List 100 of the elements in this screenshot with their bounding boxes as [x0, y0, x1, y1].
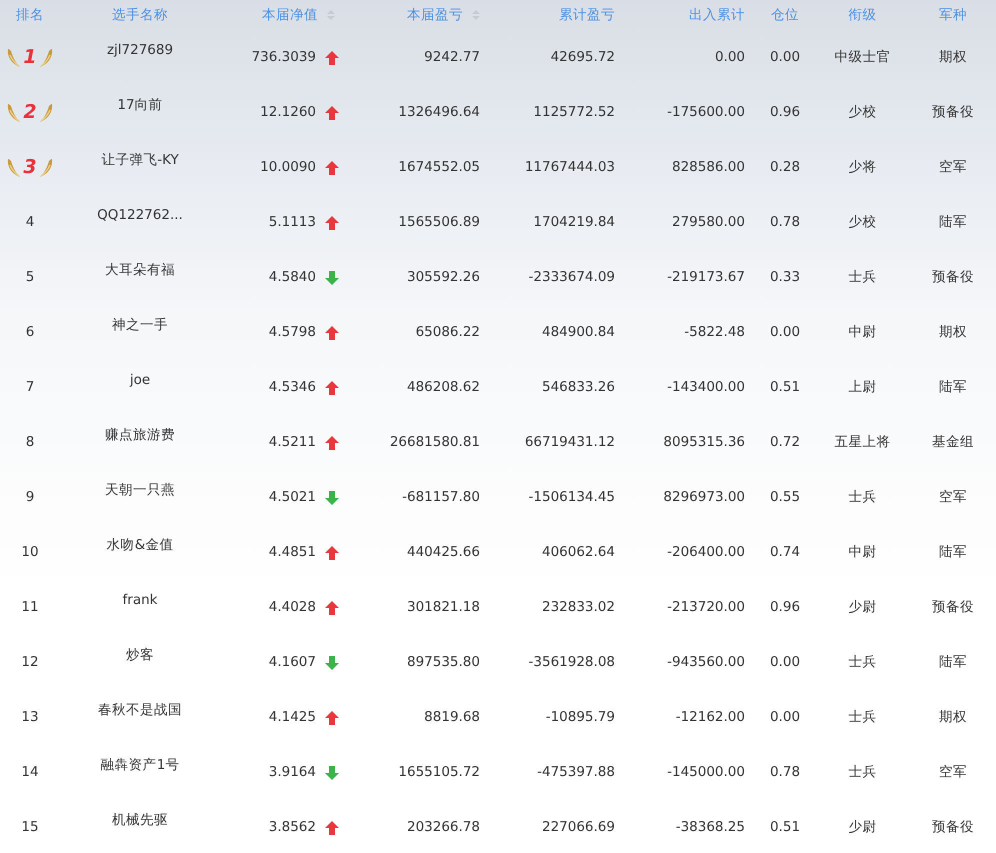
total-pnl: -2333674.09 [528, 268, 615, 288]
branch: 预备役 [932, 598, 974, 618]
net-value: 736.3039 [252, 48, 316, 68]
period-pnl: 486208.62 [406, 378, 480, 398]
total-pnl: -3561928.08 [528, 653, 615, 672]
total-pnl: 484900.84 [542, 323, 615, 342]
military-rank: 士兵 [848, 763, 876, 782]
column-header: 本届盈亏 [407, 6, 463, 25]
net-value: 5.1113 [268, 213, 316, 232]
total-pnl: 232833.02 [542, 598, 615, 618]
total-pnl: 11767444.03 [524, 158, 615, 178]
column-header: 本届净值 [262, 6, 318, 25]
position-ratio: 0.28 [770, 158, 800, 178]
player-name: 神之一手 [112, 316, 168, 335]
military-rank: 中尉 [848, 543, 876, 562]
period-pnl: 305592.26 [406, 268, 480, 288]
position-ratio: 0.55 [770, 488, 800, 508]
period-pnl: 1565506.89 [398, 213, 480, 232]
wing-icon [6, 156, 22, 178]
net-value: 4.5211 [268, 433, 316, 452]
player-name: frank [122, 591, 158, 610]
military-rank: 士兵 [848, 268, 876, 288]
column-header: 排名 [16, 6, 44, 25]
wing-icon [6, 46, 22, 68]
branch: 期权 [939, 323, 967, 342]
player-name: 春秋不是战国 [98, 701, 182, 720]
net-value: 10.0090 [260, 158, 316, 178]
cumulative-flow: -206400.00 [667, 543, 745, 562]
player-name: 赚点旅游费 [105, 426, 175, 445]
total-pnl: 406062.64 [542, 543, 615, 562]
branch: 预备役 [932, 818, 974, 838]
military-rank: 少校 [848, 103, 876, 122]
position-ratio: 0.78 [770, 763, 800, 782]
branch: 空军 [939, 488, 967, 508]
branch: 陆军 [939, 378, 967, 398]
period-pnl: 897535.80 [406, 653, 480, 672]
cumulative-flow: 279580.00 [672, 213, 745, 232]
position-ratio: 0.00 [770, 708, 800, 728]
cumulative-flow: 8296973.00 [663, 488, 745, 508]
military-rank: 中尉 [848, 323, 876, 342]
net-value: 4.5346 [268, 378, 316, 398]
total-pnl: 42695.72 [550, 48, 615, 68]
rank-number: 15 [21, 818, 39, 838]
period-pnl: 65086.22 [416, 323, 480, 342]
period-pnl: 301821.18 [406, 598, 480, 618]
player-name: 融犇资产1号 [100, 756, 180, 775]
position-ratio: 0.33 [770, 268, 800, 288]
player-name: joe [130, 371, 150, 390]
net-value: 4.1425 [268, 708, 316, 728]
column-header: 出入累计 [689, 6, 745, 25]
period-pnl: 203266.78 [406, 818, 480, 838]
branch: 空军 [939, 158, 967, 178]
cumulative-flow: -5822.48 [684, 323, 745, 342]
total-pnl: -1506134.45 [528, 488, 615, 508]
wing-icon [6, 102, 22, 124]
player-name: 大耳朵有福 [105, 261, 175, 280]
rank-number: 9 [26, 488, 34, 508]
total-pnl: -475397.88 [537, 763, 615, 782]
rank-number: 8 [26, 433, 34, 452]
column-header: 衔级 [848, 6, 876, 25]
total-pnl: -10895.79 [546, 708, 615, 728]
cumulative-flow: -143400.00 [667, 378, 745, 398]
player-name: 天朝一只燕 [105, 481, 175, 500]
branch: 预备役 [932, 103, 974, 122]
position-ratio: 0.74 [770, 543, 800, 562]
branch: 陆军 [939, 653, 967, 672]
cumulative-flow: 8095315.36 [663, 433, 745, 452]
period-pnl: 9242.77 [424, 48, 480, 68]
position-ratio: 0.96 [770, 103, 800, 122]
cumulative-flow: 828586.00 [672, 158, 745, 178]
military-rank: 少将 [848, 158, 876, 178]
player-name: 让子弹飞-KY [101, 151, 179, 170]
net-value: 4.5840 [268, 268, 316, 288]
position-ratio: 0.51 [770, 818, 800, 838]
net-value: 4.5021 [268, 488, 316, 508]
position-ratio: 0.00 [770, 48, 800, 68]
military-rank: 士兵 [848, 653, 876, 672]
period-pnl: 1674552.05 [398, 158, 480, 178]
military-rank: 少校 [848, 213, 876, 232]
rank-number: 14 [21, 763, 39, 782]
rank-number: 3 [23, 155, 37, 180]
branch: 预备役 [932, 268, 974, 288]
column-header: 仓位 [771, 6, 799, 25]
column-header: 选手名称 [112, 6, 168, 25]
cumulative-flow: -175600.00 [667, 103, 745, 122]
wing-icon [38, 102, 54, 124]
position-ratio: 0.00 [770, 323, 800, 342]
position-ratio: 0.78 [770, 213, 800, 232]
branch: 期权 [939, 708, 967, 728]
branch: 期权 [939, 48, 967, 68]
cumulative-flow: -145000.00 [667, 763, 745, 782]
rank-number: 4 [26, 213, 34, 232]
total-pnl: 66719431.12 [524, 433, 615, 452]
total-pnl: 546833.26 [542, 378, 615, 398]
cumulative-flow: -38368.25 [676, 818, 745, 838]
military-rank: 士兵 [848, 708, 876, 728]
military-rank: 上尉 [848, 378, 876, 398]
cumulative-flow: -219173.67 [667, 268, 745, 288]
military-rank: 少尉 [848, 598, 876, 618]
military-rank: 中级士官 [834, 48, 890, 68]
